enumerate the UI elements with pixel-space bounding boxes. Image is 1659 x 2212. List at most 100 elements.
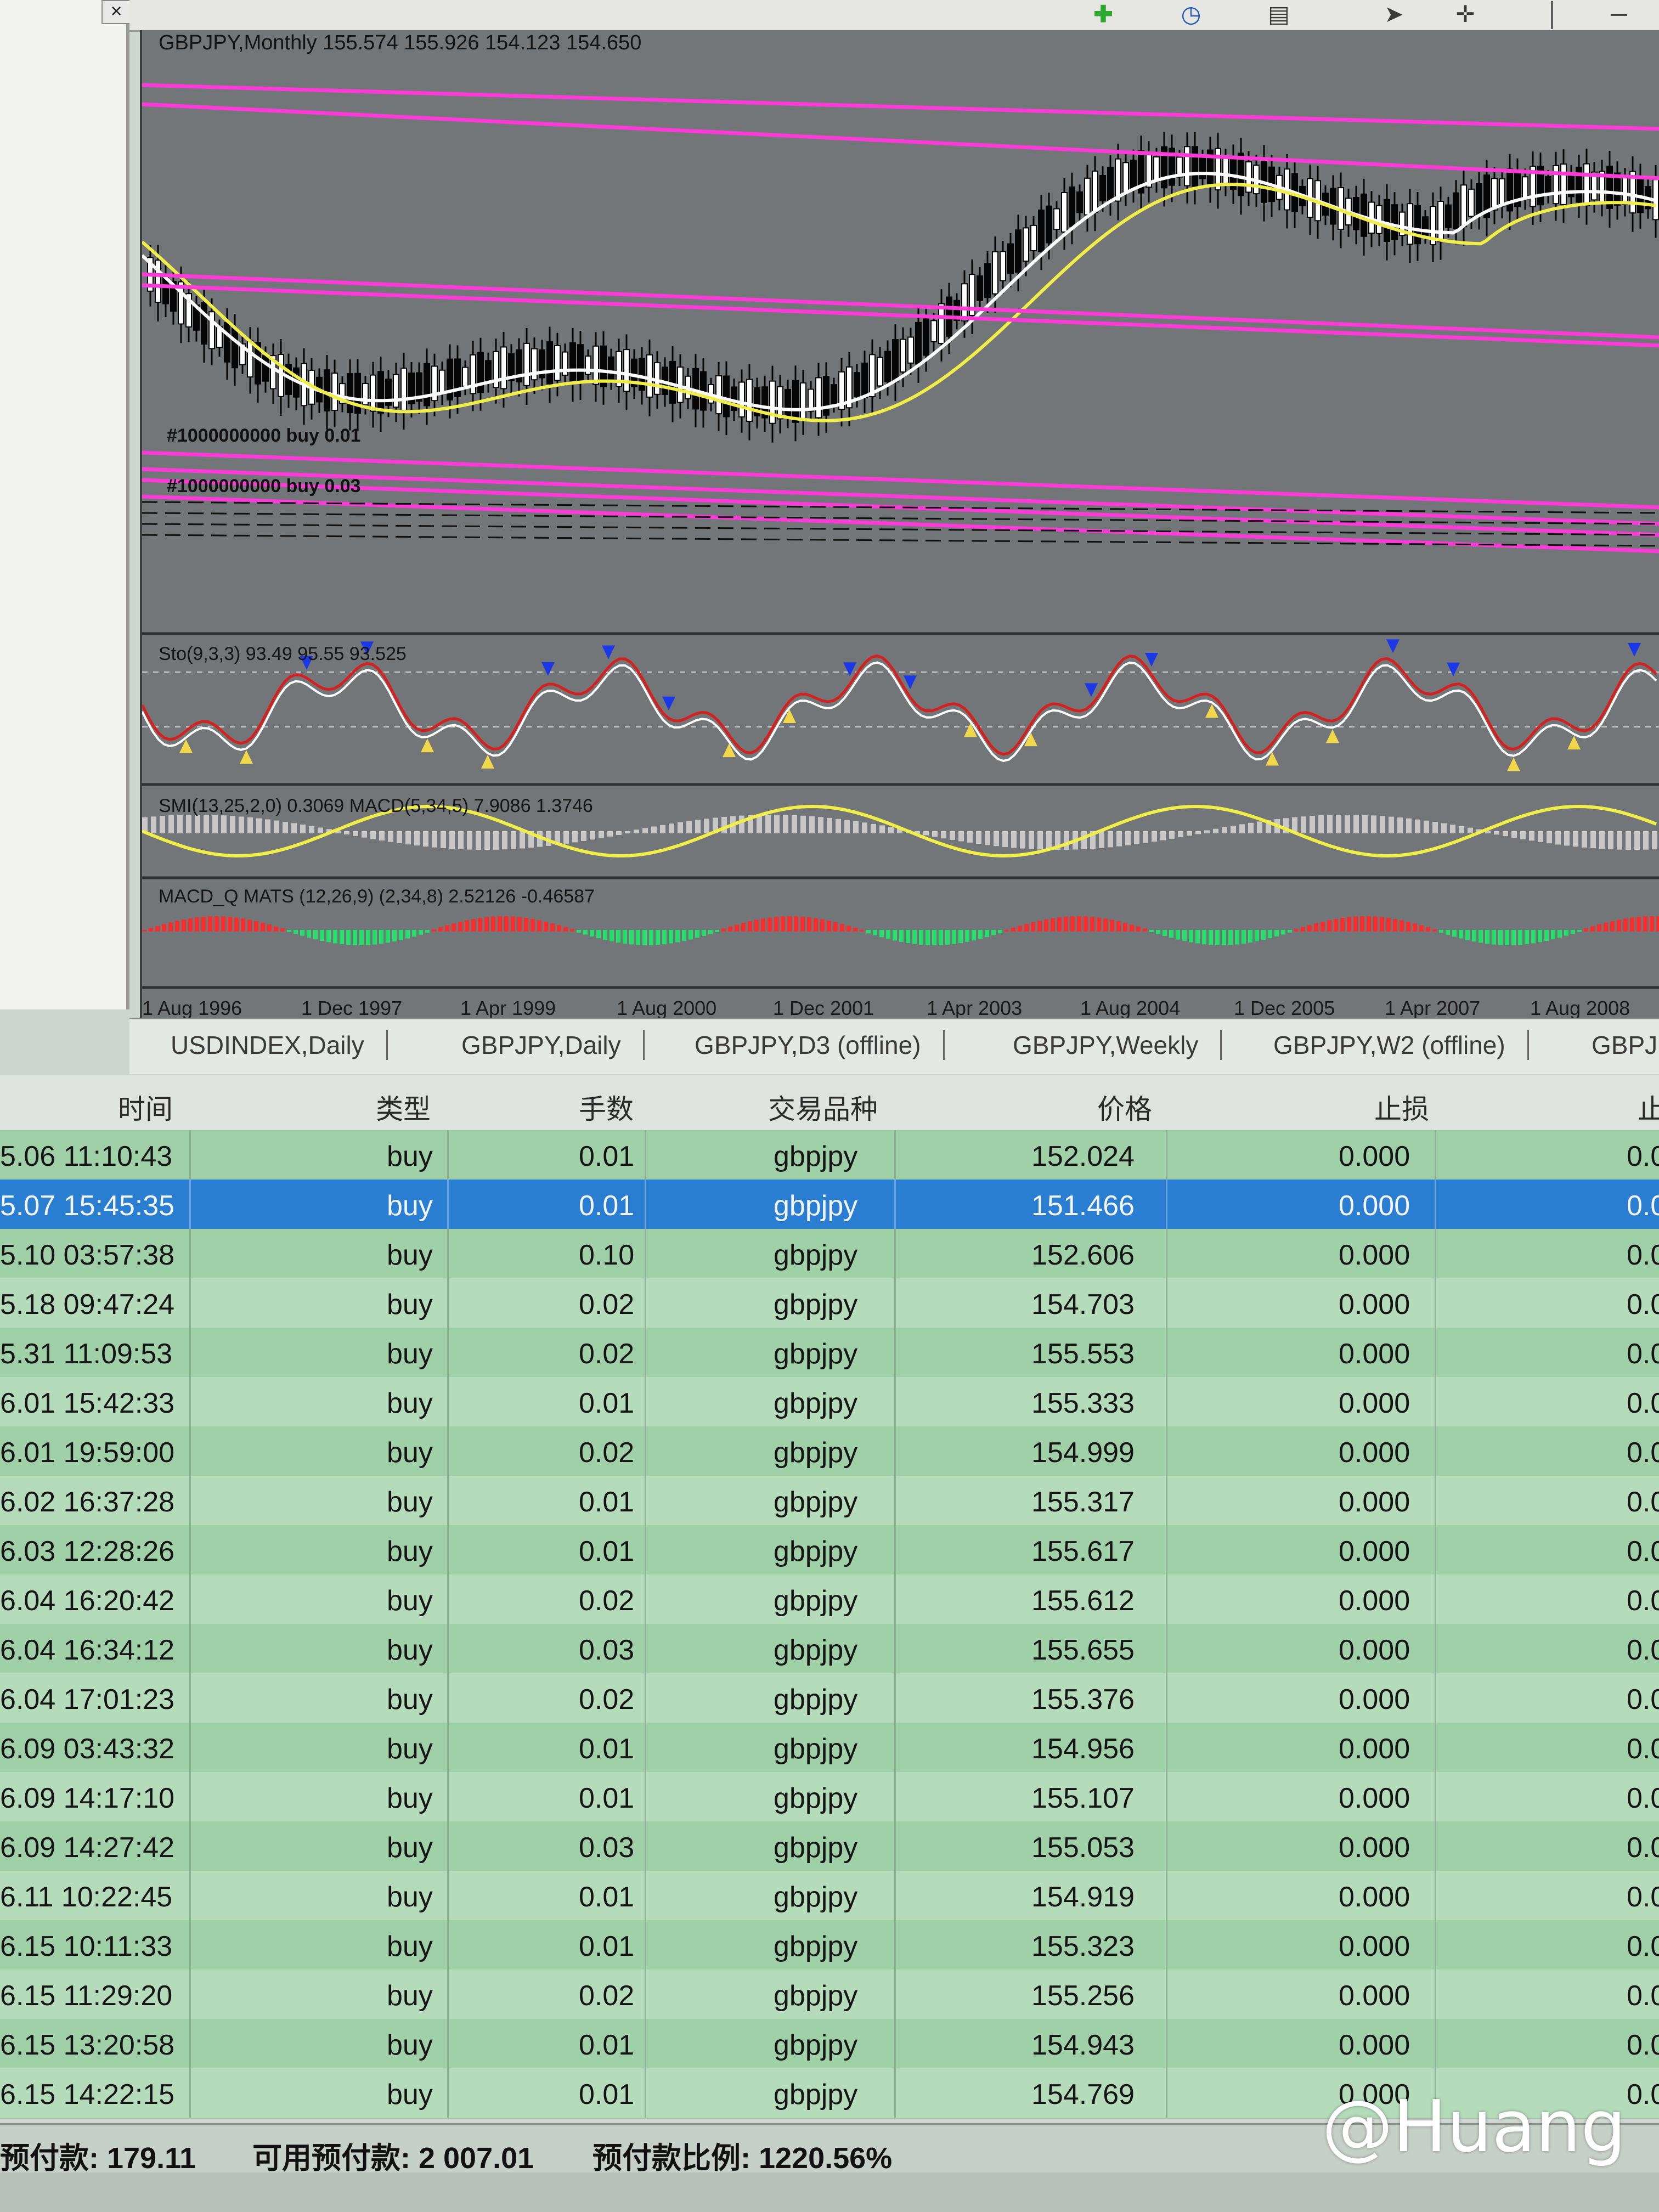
macd-mats-bar: [912, 930, 917, 944]
table-row[interactable]: 6.04 17:01:23 buy 0.02 gbpjpy 155.376 0.000 0.…: [0, 1673, 1659, 1724]
macd-mats-bar: [182, 919, 186, 932]
table-row[interactable]: 6.01 19:59:00 buy 0.02 gbpjpy 154.999 0.000 0.…: [0, 1426, 1659, 1477]
column-divider: [1166, 2068, 1167, 2118]
header-symbol[interactable]: 交易品种: [768, 1087, 878, 1127]
candle-body: [1000, 251, 1006, 281]
table-row[interactable]: 5.07 15:45:35 buy 0.01 gbpjpy 151.466 0.000 0.…: [0, 1180, 1659, 1230]
clock-icon[interactable]: ◷: [1172, 2, 1210, 26]
crosshair-icon[interactable]: ✛: [1446, 2, 1485, 26]
candle-body: [1076, 191, 1083, 213]
table-row[interactable]: 6.09 14:17:10 buy 0.01 gbpjpy 155.107 0.000 0.…: [0, 1772, 1659, 1822]
tab-gbpjpy-w2[interactable]: GBPJPY,W2 (offline): [1273, 1030, 1529, 1060]
macd-histogram-bar: [1353, 815, 1359, 833]
table-row[interactable]: 5.18 09:47:24 buy 0.02 gbpjpy 154.703 0.000 0.…: [0, 1278, 1659, 1329]
table-row[interactable]: 6.01 15:42:33 buy 0.01 gbpjpy 155.333 0.000 0.…: [0, 1377, 1659, 1427]
macd-histogram-bar: [616, 831, 622, 835]
macd-histogram-bar: [1406, 818, 1412, 833]
chart-symbol-header: GBPJPY,Monthly 155.574 155.926 154.123 1…: [159, 31, 642, 54]
macd-histogram-bar: [1389, 816, 1394, 833]
table-row[interactable]: 6.15 11:29:20 buy 0.02 gbpjpy 155.256 0.000 0.…: [0, 1970, 1659, 2020]
macd-histogram-bar: [1160, 831, 1166, 840]
macd-mats-bar: [1005, 929, 1009, 932]
column-divider: [645, 1673, 646, 1723]
tab-gbpjpy-daily[interactable]: GBPJPY,Daily: [461, 1030, 645, 1060]
table-row[interactable]: 6.04 16:34:12 buy 0.03 gbpjpy 155.655 0.000 0.…: [0, 1624, 1659, 1674]
table-row[interactable]: 5.31 11:09:53 buy 0.02 gbpjpy 155.553 0.000 0.…: [0, 1328, 1659, 1378]
macd-mats-bar: [1169, 930, 1173, 938]
macd-mats-bar: [201, 916, 206, 932]
table-row[interactable]: 6.04 16:20:42 buy 0.02 gbpjpy 155.612 0.000 0.…: [0, 1575, 1659, 1625]
macd-histogram-bar: [151, 816, 156, 833]
tab-gbpj[interactable]: GBPJ: [1592, 1030, 1659, 1060]
macd-histogram-bar: [1345, 815, 1350, 833]
cell-tp: 0.00: [1627, 1387, 1659, 1419]
close-icon[interactable]: ×: [101, 0, 131, 24]
cell-symbol: gbpjpy: [774, 1338, 858, 1370]
date-tick: 1 Dec 2005: [1234, 997, 1335, 1019]
macd-mats-bar: [787, 916, 792, 932]
column-divider: [1166, 1476, 1167, 1525]
column-divider: [1435, 1476, 1436, 1525]
macd-histogram-bar: [1617, 831, 1622, 850]
column-divider: [645, 1624, 646, 1673]
table-row[interactable]: 6.15 10:11:33 buy 0.01 gbpjpy 155.323 0.000 0.…: [0, 1920, 1659, 1971]
candle-body: [1015, 229, 1022, 273]
macd-mats-bar: [241, 918, 245, 932]
macd-mats-bar: [392, 930, 397, 942]
macd-histogram-bar: [888, 827, 894, 833]
column-divider: [447, 2019, 449, 2068]
template-icon[interactable]: ▤: [1260, 2, 1298, 26]
macd-mats-bar: [1209, 930, 1213, 945]
cell-tp: 0.00: [1627, 1634, 1659, 1666]
vertical-line-icon[interactable]: │: [1534, 2, 1572, 26]
cell-time: 6.03 12:28:26: [0, 1536, 175, 1567]
add-indicator-icon[interactable]: ✚: [1084, 2, 1122, 26]
table-row[interactable]: 6.03 12:28:26 buy 0.01 gbpjpy 155.617 0.000 0.…: [0, 1525, 1659, 1576]
tab-usdindex-daily[interactable]: USDINDEX,Daily: [171, 1030, 388, 1060]
header-type[interactable]: 类型: [376, 1087, 431, 1127]
table-row[interactable]: 6.09 14:27:42 buy 0.03 gbpjpy 155.053 0.000 0.…: [0, 1821, 1659, 1872]
macd-histogram-bar: [932, 831, 938, 837]
table-row[interactable]: 5.10 03:57:38 buy 0.10 gbpjpy 152.606 0.000 0.…: [0, 1229, 1659, 1279]
column-divider: [1435, 1821, 1436, 1871]
macd-mats-bar: [326, 930, 331, 943]
header-price[interactable]: 价格: [1097, 1087, 1152, 1127]
table-row[interactable]: 5.06 11:10:43 buy 0.01 gbpjpy 152.024 0.000 0.…: [0, 1130, 1659, 1181]
cell-lots: 0.01: [579, 1536, 635, 1567]
macd-histogram-bar: [774, 815, 780, 833]
header-take-profit[interactable]: 止: [1638, 1087, 1659, 1127]
tab-gbpjpy-d3[interactable]: GBPJPY,D3 (offline): [695, 1030, 945, 1060]
arrow-down-icon: [904, 675, 917, 690]
header-stop-loss[interactable]: 止损: [1374, 1087, 1429, 1127]
macd-mats-bar: [1215, 930, 1220, 945]
column-divider: [645, 1525, 646, 1575]
table-row[interactable]: 6.15 13:20:58 buy 0.01 gbpjpy 154.943 0.000 0.…: [0, 2019, 1659, 2069]
header-lots[interactable]: 手数: [579, 1087, 634, 1127]
macd-histogram-bar: [177, 815, 183, 833]
table-row[interactable]: 6.02 16:37:28 buy 0.01 gbpjpy 155.317 0.000 0.…: [0, 1476, 1659, 1526]
arrow-down-icon: [602, 645, 615, 659]
candle-body: [884, 351, 891, 382]
price-chart[interactable]: [142, 30, 1659, 1018]
macd-mats-bar: [702, 930, 706, 936]
macd-mats-bar: [728, 926, 732, 932]
macd-mats-bar: [221, 916, 225, 932]
table-row[interactable]: 6.11 10:22:45 buy 0.01 gbpjpy 154.919 0.000 0.…: [0, 1871, 1659, 1921]
header-time[interactable]: 时间: [118, 1087, 173, 1127]
macd-mats-bar: [1182, 930, 1187, 941]
cell-sl: 0.000: [1339, 1733, 1410, 1765]
candle-body: [393, 374, 399, 408]
chart-window[interactable]: GBPJPY,Monthly 155.574 155.926 154.123 1…: [140, 30, 1659, 1019]
horizontal-line-icon[interactable]: ─: [1600, 2, 1638, 26]
macd-mats-bar: [274, 926, 278, 932]
cursor-icon[interactable]: ➤: [1375, 2, 1413, 26]
candle-body: [554, 345, 561, 381]
cell-type: buy: [387, 1931, 433, 1962]
table-row[interactable]: 6.09 03:43:32 buy 0.01 gbpjpy 154.956 0.000 0.…: [0, 1723, 1659, 1773]
tab-gbpjpy-weekly[interactable]: GBPJPY,Weekly: [1013, 1030, 1222, 1060]
arrow-up-icon: [1326, 729, 1339, 743]
column-divider: [189, 1278, 191, 1328]
macd-mats-bar: [1505, 930, 1509, 945]
macd-mats-bar: [1544, 930, 1549, 941]
cell-price: 155.376: [1031, 1684, 1135, 1716]
